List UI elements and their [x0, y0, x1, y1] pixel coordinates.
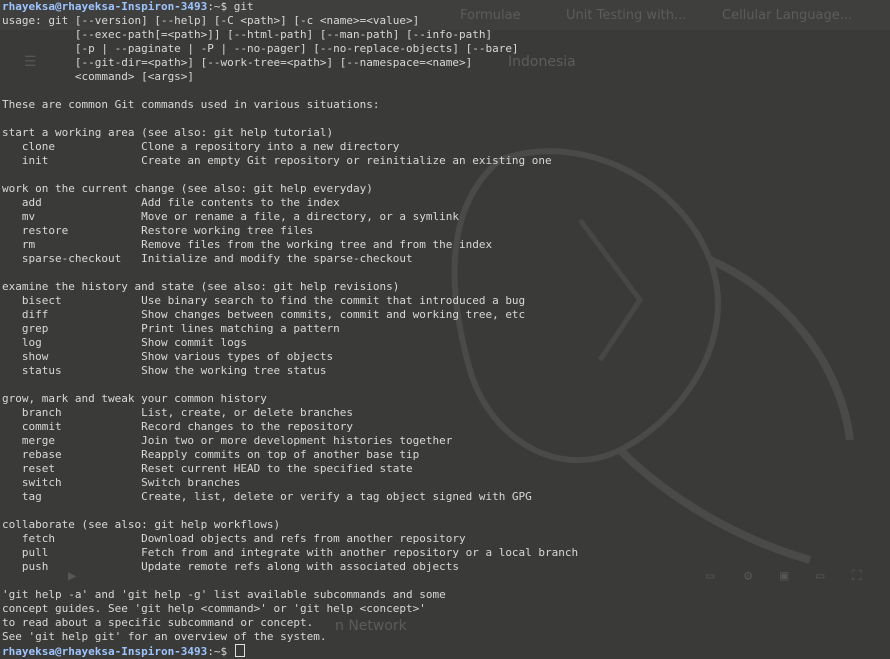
- output-line: push Update remote refs along with assoc…: [2, 560, 459, 573]
- final-prompt-suffix: :~$: [207, 645, 234, 658]
- output-line: 'git help -a' and 'git help -g' list ava…: [2, 588, 446, 601]
- output-line: concept guides. See 'git help <command>'…: [2, 602, 426, 615]
- output-line: These are common Git commands used in va…: [2, 98, 380, 111]
- output-line: sparse-checkout Initialize and modify th…: [2, 252, 413, 265]
- prompt-user-host: rhayeksa@rhayeksa-Inspiron-3493: [2, 0, 208, 13]
- output-line: [-p | --paginate | -P | --no-pager] [--n…: [2, 42, 519, 55]
- output-line: rebase Reapply commits on top of another…: [2, 448, 420, 461]
- terminal-window[interactable]: rhayeksa@rhayeksa-Inspiron-3493:~$ git u…: [0, 0, 890, 658]
- output-line: rm Remove files from the working tree an…: [2, 238, 493, 251]
- output-line: switch Switch branches: [2, 476, 241, 489]
- prompt-suffix: :~$: [207, 0, 228, 13]
- command-prompt-line: rhayeksa@rhayeksa-Inspiron-3493:~$ git: [2, 0, 890, 14]
- output-line: reset Reset current HEAD to the specifie…: [2, 462, 413, 475]
- output-line: clone Clone a repository into a new dire…: [2, 140, 400, 153]
- output-line: pull Fetch from and integrate with anoth…: [2, 546, 579, 559]
- output-line: See 'git help git' for an overview of th…: [2, 630, 327, 643]
- output-line: work on the current change (see also: gi…: [2, 182, 373, 195]
- output-line: bisect Use binary search to find the com…: [2, 294, 526, 307]
- output-line: [--exec-path[=<path>]] [--html-path] [--…: [2, 28, 493, 41]
- typed-command: git: [227, 0, 254, 13]
- output-line: collaborate (see also: git help workflow…: [2, 518, 281, 531]
- output-line: diff Show changes between commits, commi…: [2, 308, 526, 321]
- output-line: grep Print lines matching a pattern: [2, 322, 340, 335]
- text-cursor: [234, 644, 245, 657]
- output-line: restore Restore working tree files: [2, 224, 314, 237]
- output-line: fetch Download objects and refs from ano…: [2, 532, 466, 545]
- output-line: usage: git [--version] [--help] [-C <pat…: [2, 14, 420, 27]
- terminal-output: usage: git [--version] [--help] [-C <pat…: [2, 14, 890, 644]
- output-line: log Show commit logs: [2, 336, 248, 349]
- output-line: <command> [<args>]: [2, 70, 195, 83]
- output-line: to read about a specific subcommand or c…: [2, 616, 314, 629]
- output-line: [--git-dir=<path>] [--work-tree=<path>] …: [2, 56, 473, 69]
- output-line: tag Create, list, delete or verify a tag…: [2, 490, 532, 503]
- final-prompt-user-host: rhayeksa@rhayeksa-Inspiron-3493: [2, 645, 208, 658]
- output-line: show Show various types of objects: [2, 350, 334, 363]
- output-line: status Show the working tree status: [2, 364, 327, 377]
- output-line: add Add file contents to the index: [2, 196, 340, 209]
- output-line: grow, mark and tweak your common history: [2, 392, 267, 405]
- output-line: merge Join two or more development histo…: [2, 434, 453, 447]
- output-line: init Create an empty Git repository or r…: [2, 154, 552, 167]
- output-line: examine the history and state (see also:…: [2, 280, 400, 293]
- output-line: branch List, create, or delete branches: [2, 406, 353, 419]
- output-line: mv Move or rename a file, a directory, o…: [2, 210, 459, 223]
- output-line: start a working area (see also: git help…: [2, 126, 334, 139]
- output-line: commit Record changes to the repository: [2, 420, 353, 433]
